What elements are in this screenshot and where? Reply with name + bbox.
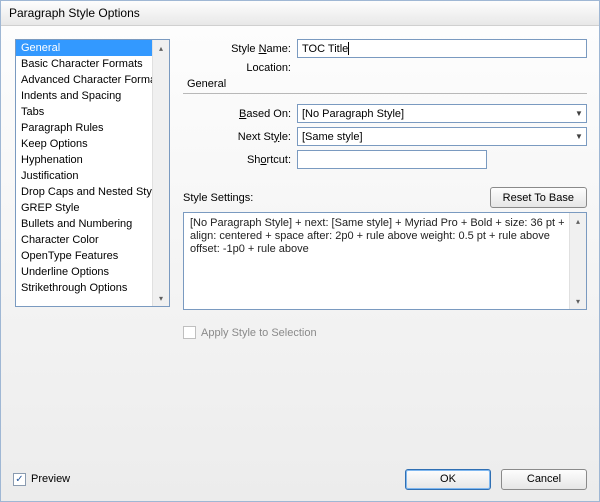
based-on-row: Based On: [No Paragraph Style] ▼ [183, 104, 587, 123]
preview-option: ✓ Preview [13, 473, 395, 486]
based-on-dropdown[interactable]: [No Paragraph Style] ▼ [297, 104, 587, 123]
scroll-down-icon[interactable]: ▾ [153, 290, 169, 306]
sidebar-item[interactable]: Character Color [16, 232, 153, 248]
reset-to-base-button[interactable]: Reset To Base [490, 187, 587, 208]
sidebar-item[interactable]: Bullets and Numbering [16, 216, 153, 232]
window-title: Paragraph Style Options [9, 6, 140, 20]
sidebar-item[interactable]: OpenType Features [16, 248, 153, 264]
style-settings-label: Style Settings: [183, 192, 490, 204]
location-label: Location: [183, 62, 297, 74]
category-sidebar: GeneralBasic Character FormatsAdvanced C… [15, 39, 170, 307]
title-bar: Paragraph Style Options [1, 1, 599, 26]
dialog-window: Paragraph Style Options GeneralBasic Cha… [0, 0, 600, 502]
style-name-input[interactable]: TOC Title [297, 39, 587, 58]
sidebar-item[interactable]: Indents and Spacing [16, 88, 153, 104]
sidebar-item[interactable]: Keep Options [16, 136, 153, 152]
location-row: Location: [183, 62, 587, 74]
sidebar-item[interactable]: Underline Options [16, 264, 153, 280]
shortcut-label: Shortcut: [183, 154, 297, 166]
settings-scrollbar[interactable]: ▴ ▾ [569, 213, 586, 309]
ok-button[interactable]: OK [405, 469, 491, 490]
shortcut-row: Shortcut: [183, 150, 587, 169]
dialog-body: GeneralBasic Character FormatsAdvanced C… [1, 25, 599, 457]
scroll-up-icon[interactable]: ▴ [570, 213, 586, 229]
shortcut-input[interactable] [297, 150, 487, 169]
sidebar-item[interactable]: Tabs [16, 104, 153, 120]
sidebar-scrollbar[interactable]: ▴ ▾ [152, 40, 169, 306]
sidebar-item[interactable]: Advanced Character Formats [16, 72, 153, 88]
sidebar-item[interactable]: Justification [16, 168, 153, 184]
sidebar-item[interactable]: Strikethrough Options [16, 280, 153, 296]
right-pane: Style Name: TOC Title Location: General … [183, 39, 587, 457]
cancel-button[interactable]: Cancel [501, 469, 587, 490]
scroll-up-icon[interactable]: ▴ [153, 40, 169, 56]
text-caret [348, 42, 349, 55]
next-style-label: Next Style: [183, 131, 297, 143]
apply-to-selection-checkbox[interactable] [183, 326, 196, 339]
sidebar-item[interactable]: Basic Character Formats [16, 56, 153, 72]
next-style-dropdown[interactable]: [Same style] ▼ [297, 127, 587, 146]
sidebar-item[interactable]: Paragraph Rules [16, 120, 153, 136]
scroll-down-icon[interactable]: ▾ [570, 293, 586, 309]
preview-label: Preview [31, 473, 70, 485]
sidebar-item[interactable]: General [16, 40, 153, 56]
dialog-footer: ✓ Preview OK Cancel [1, 457, 599, 501]
style-name-label: Style Name: [183, 43, 297, 55]
next-style-row: Next Style: [Same style] ▼ [183, 127, 587, 146]
preview-checkbox[interactable]: ✓ [13, 473, 26, 486]
sidebar-item[interactable]: GREP Style [16, 200, 153, 216]
section-header: General [183, 78, 587, 94]
chevron-down-icon: ▼ [572, 109, 586, 118]
sidebar-item[interactable]: Drop Caps and Nested Styles [16, 184, 153, 200]
chevron-down-icon: ▼ [572, 132, 586, 141]
style-settings-box[interactable]: [No Paragraph Style] + next: [Same style… [183, 212, 587, 310]
based-on-label: Based On: [183, 108, 297, 120]
style-settings-header: Style Settings: Reset To Base [183, 187, 587, 208]
apply-to-selection-label: Apply Style to Selection [201, 327, 317, 339]
style-settings-text: [No Paragraph Style] + next: [Same style… [190, 217, 565, 255]
apply-to-selection-row: Apply Style to Selection [183, 326, 587, 339]
style-name-row: Style Name: TOC Title [183, 39, 587, 58]
sidebar-item[interactable]: Hyphenation [16, 152, 153, 168]
